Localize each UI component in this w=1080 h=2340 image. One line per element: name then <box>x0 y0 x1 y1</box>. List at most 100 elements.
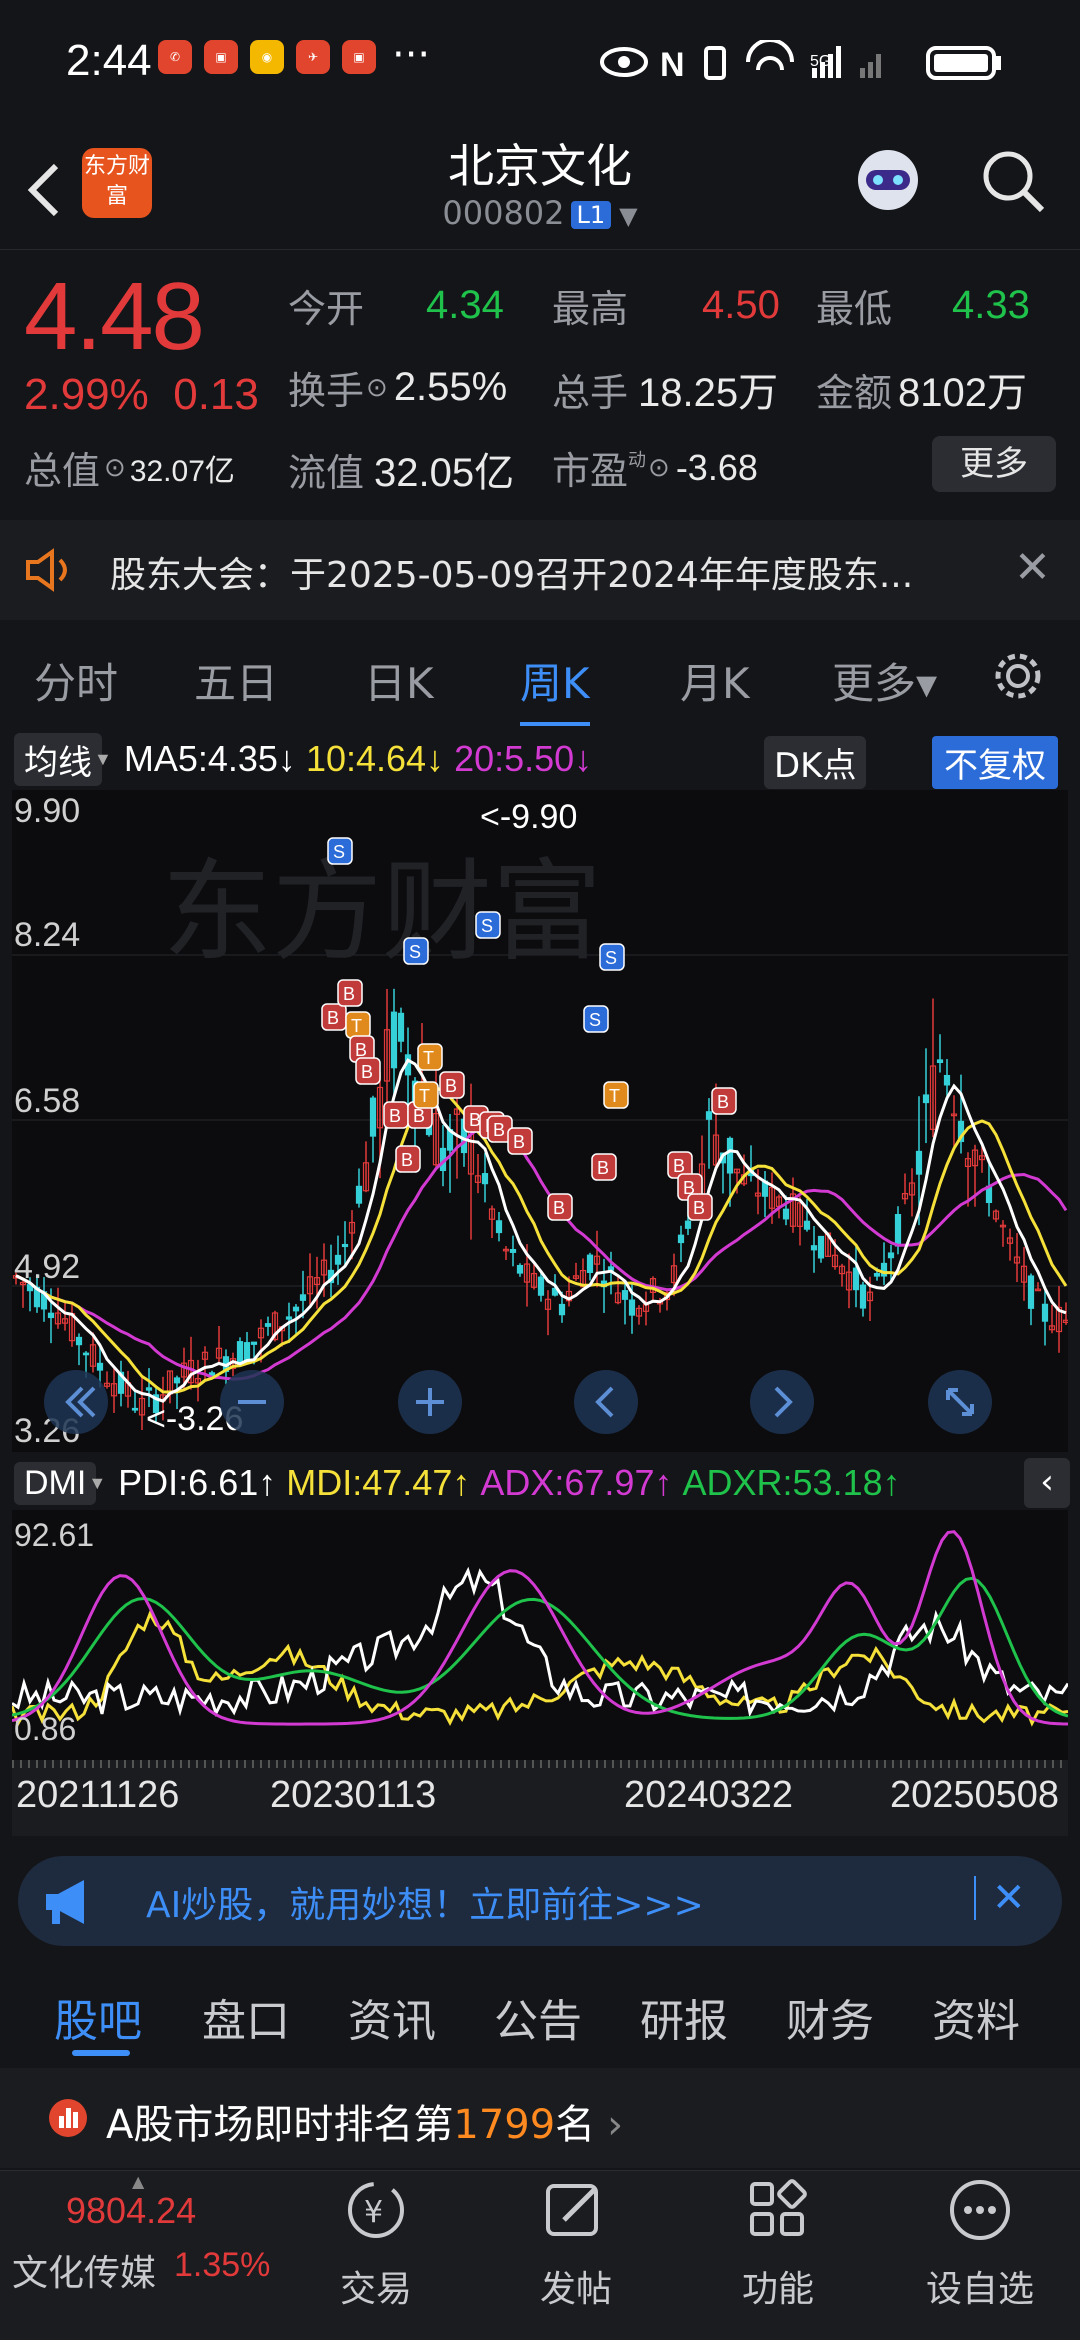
more-quote-button[interactable]: 更多 <box>932 436 1056 492</box>
candle-body <box>173 1377 181 1384</box>
last-price: 4.48 <box>24 263 205 370</box>
nav-post[interactable]: 发帖 <box>496 2260 656 2312</box>
signal-marker-label: B <box>355 1040 367 1060</box>
candle-body <box>481 1173 489 1185</box>
adx-value: ADX:67.97↑ <box>480 1462 673 1503</box>
info-icon[interactable]: ⊙ <box>648 453 670 483</box>
candlestick-chart[interactable]: 东方财富 SSSSSBBTBBBBTTBBBBBBTBBBBBB 9.90 8.… <box>12 790 1068 1452</box>
dropdown-icon: ▼ <box>94 748 112 769</box>
candle-body <box>586 1254 594 1273</box>
ai-banner-text: AI炒股，就用妙想！立即前往>>> <box>146 1885 704 1926</box>
candle-body <box>922 1094 930 1104</box>
y-label-max: 9.90 <box>14 792 80 830</box>
tab-five-day[interactable]: 五日 <box>194 650 278 711</box>
candle-body <box>684 1220 692 1229</box>
candle-body <box>369 1097 377 1137</box>
candle-body <box>705 1111 713 1120</box>
signal-marker-label: B <box>597 1158 609 1178</box>
index-value[interactable]: 9804.24 <box>66 2190 196 2232</box>
candle-body <box>621 1290 629 1300</box>
tab-guba[interactable]: 股吧 <box>54 1985 142 2049</box>
app-notification-icon: ▣ <box>204 40 238 74</box>
stock-code: 000802 <box>442 194 565 232</box>
pdi-value: PDI:6.61↑ <box>118 1462 277 1503</box>
candle-body <box>915 1150 923 1175</box>
tab-pankou[interactable]: 盘口 <box>202 1985 290 2049</box>
candle-body <box>1041 1303 1049 1322</box>
tab-announcements[interactable]: 公告 <box>494 1985 582 2049</box>
signal-marker-label: B <box>717 1092 729 1112</box>
collapse-panel-button[interactable]: ‹ <box>1024 1458 1070 1508</box>
tab-finance[interactable]: 财务 <box>786 1985 874 2049</box>
adjustment-button[interactable]: 不复权 <box>932 736 1058 789</box>
robot-assistant-icon[interactable] <box>848 140 928 220</box>
index-name[interactable]: 文化传媒 <box>12 2244 156 2296</box>
indicator-selector[interactable]: 均线 <box>14 732 102 786</box>
info-icon[interactable]: ⊙ <box>104 453 126 483</box>
market-level-badge: L1 <box>570 201 612 229</box>
info-icon[interactable]: ⊙ <box>366 373 388 403</box>
market-cap-value: 32.07亿 <box>129 454 235 488</box>
candle-body <box>859 1284 867 1309</box>
turnover-item: 换手 ⊙ 2.55% <box>288 360 507 415</box>
tab-research[interactable]: 研报 <box>640 1985 728 2049</box>
candle-body <box>516 1264 524 1274</box>
candle-body <box>803 1220 811 1230</box>
candle-body <box>726 1137 734 1174</box>
nav-watchlist[interactable]: 设自选 <box>900 2260 1060 2312</box>
scroll-left-button[interactable] <box>574 1370 638 1434</box>
weibo-icon: ◉ <box>250 40 284 74</box>
signal-marker-label: S <box>333 842 345 862</box>
close-icon[interactable]: ✕ <box>1014 542 1051 593</box>
search-icon[interactable] <box>978 146 1048 216</box>
tab-monthly-k[interactable]: 月K <box>680 650 750 711</box>
dk-point-button[interactable]: DK点 <box>764 736 867 789</box>
candle-body <box>299 1294 307 1301</box>
y-label: 6.58 <box>14 1082 80 1120</box>
tab-profile[interactable]: 资料 <box>932 1985 1020 2049</box>
more-circle-icon[interactable] <box>946 2176 1016 2246</box>
candle-body <box>782 1208 790 1220</box>
market-cap-row: 总值 ⊙ 32.07亿 <box>24 440 235 495</box>
gear-icon[interactable] <box>990 648 1046 704</box>
trade-icon[interactable]: ¥ <box>336 2176 416 2246</box>
nav-function[interactable]: 功能 <box>698 2260 858 2312</box>
candle-body <box>943 1074 951 1086</box>
function-icon[interactable] <box>744 2176 814 2246</box>
candle-body <box>250 1341 258 1345</box>
tab-intraday[interactable]: 分时 <box>34 650 118 711</box>
tab-weekly-k[interactable]: 周K <box>520 650 590 711</box>
date-axis: 20211126 20230113 20240322 20250508 <box>12 1760 1068 1836</box>
dmi-chart[interactable]: 92.61 0.86 <box>12 1510 1068 1760</box>
adxr-value: ADXR:53.18↑ <box>682 1462 901 1503</box>
tab-news[interactable]: 资讯 <box>348 1985 436 2049</box>
candle-body <box>887 1252 895 1259</box>
open-label: 今开 <box>288 287 365 331</box>
more-notifications-icon: ··· <box>392 32 431 78</box>
y-label: 8.24 <box>14 916 80 954</box>
dmi-legend: DMI ▼ PDI:6.61↑ MDI:47.47↑ ADX:67.97↑ ADX… <box>14 1460 901 1506</box>
index-change: 1.35% <box>174 2246 271 2284</box>
post-icon[interactable] <box>540 2176 610 2246</box>
dmi-selector[interactable]: DMI <box>14 1461 97 1505</box>
signal-marker-label: B <box>327 1008 339 1028</box>
scroll-left-fast-button[interactable] <box>44 1370 108 1434</box>
notice-bar[interactable]: 股东大会：于2025-05-09召开2024年年度股东... ✕ <box>0 520 1080 620</box>
tab-more-periods[interactable]: 更多▾ <box>832 650 937 711</box>
rank-number: 1799 <box>453 2102 556 2148</box>
candle-body <box>894 1213 902 1247</box>
amount-item: 金额 8102万 <box>816 360 1027 418</box>
signal-marker-label: B <box>343 984 355 1004</box>
ma-legend: 均线 ▼ MA5:4.35↓ 10:4.64↓ 20:5.50↓ <box>14 732 592 786</box>
nav-trade[interactable]: 交易 <box>296 2260 456 2312</box>
ma10-value: 10:4.64↓ <box>305 738 445 779</box>
ai-banner[interactable]: AI炒股，就用妙想！立即前往>>> ✕ <box>18 1856 1062 1946</box>
system-status-icons: N 5G <box>600 40 1001 84</box>
scroll-right-button[interactable] <box>750 1370 814 1434</box>
rank-bar[interactable]: A股市场即时排名第1799名 › <box>0 2068 1080 2168</box>
tab-daily-k[interactable]: 日K <box>364 650 434 711</box>
close-icon[interactable]: ✕ <box>974 1876 1026 1920</box>
candle-body <box>817 1235 825 1259</box>
status-bar: 2:44 ✆ ▣ ◉ ✈ ▣ ··· N 5G <box>0 0 1080 120</box>
candle-body <box>677 1234 685 1244</box>
